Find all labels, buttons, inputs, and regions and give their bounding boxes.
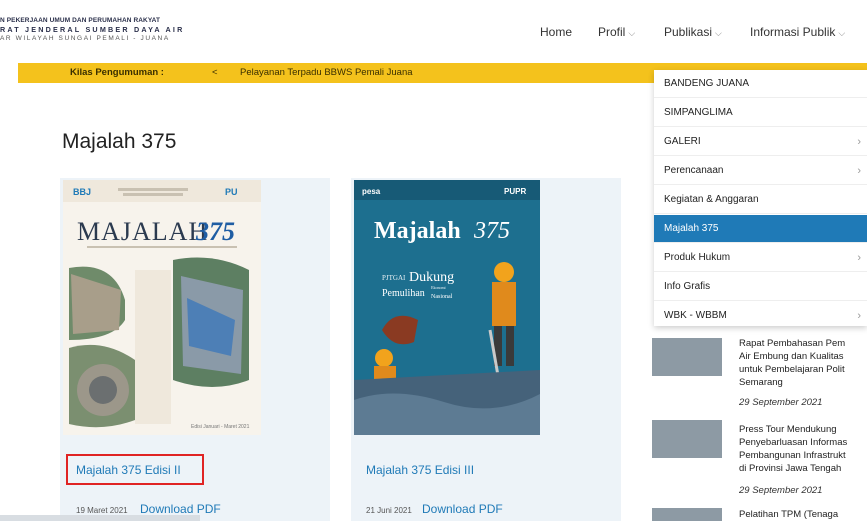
chevron-right-icon: › xyxy=(857,252,861,264)
news-title-line: Pembangunan Infrastrukt xyxy=(739,450,846,461)
nav-profil[interactable]: Profil ⌵ xyxy=(598,25,635,39)
org-name-line2: RAT JENDERAL SUMBER DAYA AIR xyxy=(0,25,185,34)
cover-brand-right: PU xyxy=(225,187,238,197)
news-title-line: Penyebarluasan Informas xyxy=(739,437,848,448)
download-pdf-link[interactable]: Download PDF xyxy=(140,502,221,516)
menu-item-wbk-wbbm[interactable]: WBK - WBBM › xyxy=(654,302,867,330)
news-thumbnail[interactable] xyxy=(652,508,722,521)
menu-item-label: Kegiatan & Anggaran xyxy=(664,194,759,205)
news-title-line: Press Tour Mendukung xyxy=(739,424,837,435)
menu-item-label: SIMPANGLIMA xyxy=(664,107,733,118)
nav-home[interactable]: Home xyxy=(540,25,572,39)
cover-headline-2: Pemulihan xyxy=(382,288,425,299)
chevron-right-icon: › xyxy=(857,136,861,148)
news-date: 29 September 2021 xyxy=(739,397,823,408)
cover-number: 375 xyxy=(473,218,510,244)
news-title-line: Semarang xyxy=(739,377,783,388)
nav-informasi-publik-label: Informasi Publik xyxy=(750,25,836,39)
cover-title: MAJALAH xyxy=(77,217,208,246)
menu-item-perencanaan[interactable]: Perencanaan › xyxy=(654,157,867,185)
menu-item-majalah-375[interactable]: Majalah 375 xyxy=(654,215,867,243)
cover-number: 375 xyxy=(195,217,235,246)
scroll-shadow xyxy=(0,515,200,521)
news-date: 29 September 2021 xyxy=(739,485,823,496)
menu-item-label: GALERI xyxy=(664,136,701,147)
news-title[interactable]: Rapat Pembahasan Pem Air Embung dan Kual… xyxy=(739,337,867,389)
chevron-right-icon: › xyxy=(857,165,861,177)
ticker-label: Kilas Pengumuman : xyxy=(70,67,164,78)
menu-item-simpanglima[interactable]: SIMPANGLIMA xyxy=(654,99,867,127)
cover-brand-left: pesa xyxy=(362,187,381,196)
news-thumbnail[interactable] xyxy=(652,338,722,376)
news-title-line: Air Embung dan Kualitas xyxy=(739,351,844,362)
cover-headline-big: Dukung xyxy=(409,270,454,285)
chevron-down-icon: ⌵ xyxy=(628,28,636,38)
news-thumbnail[interactable] xyxy=(652,420,722,458)
news-title-line: di Provinsi Jawa Tengah xyxy=(739,463,842,474)
menu-item-label: Produk Hukum xyxy=(664,252,731,263)
cover-title: Majalah xyxy=(374,218,461,244)
menu-item-label: Info Grafis xyxy=(664,281,711,292)
menu-item-label: Perencanaan xyxy=(664,165,724,176)
menu-item-info-grafis[interactable]: Info Grafis xyxy=(654,273,867,301)
org-name-line3: AR WILAYAH SUNGAI PEMALI - JUANA xyxy=(0,35,170,42)
magazine-date: 19 Maret 2021 xyxy=(76,506,128,515)
cover-brand-right: PUPR xyxy=(504,187,526,196)
nav-publikasi[interactable]: Publikasi ⌵ xyxy=(664,25,722,39)
highlight-box xyxy=(66,454,204,485)
org-logo-text[interactable]: N PEKERJAAN UMUM DAN PERUMAHAN RAKYAT RA… xyxy=(0,16,184,43)
cover-brand-left: BBJ xyxy=(73,187,91,197)
nav-home-label: Home xyxy=(540,25,573,39)
cover-headline-3: Nasional xyxy=(431,294,453,300)
menu-item-label: WBK - WBBM xyxy=(664,310,727,321)
magazine-title-link[interactable]: Majalah 375 Edisi III xyxy=(366,463,474,477)
cover-edition-text: Edisi Januari - Maret 2021 xyxy=(191,424,250,430)
nav-profil-label: Profil xyxy=(598,25,626,39)
chevron-down-icon: ⌵ xyxy=(838,28,846,38)
page-title: Majalah 375 xyxy=(62,130,177,153)
nav-informasi-publik[interactable]: Informasi Publik ⌵ xyxy=(750,25,845,39)
news-title[interactable]: Press Tour Mendukung Penyebarluasan Info… xyxy=(739,423,867,475)
ticker-prev-arrow-icon[interactable]: < xyxy=(212,67,218,78)
news-title-line: untuk Pembelajaran Polit xyxy=(739,364,845,375)
magazine-cover-image[interactable]: BBJ PU MAJALAH 375 Edisi Januari - Maret… xyxy=(63,180,261,435)
magazine-date: 21 Juni 2021 xyxy=(366,506,412,515)
chevron-right-icon: › xyxy=(857,310,861,322)
nav-publikasi-label: Publikasi xyxy=(664,25,713,39)
menu-item-galeri[interactable]: GALERI › xyxy=(654,128,867,156)
menu-item-kegiatan-anggaran[interactable]: Kegiatan & Anggaran xyxy=(654,186,867,214)
site-header: N PEKERJAAN UMUM DAN PERUMAHAN RAKYAT RA… xyxy=(0,0,867,62)
publikasi-dropdown-menu: BANDENG JUANA SIMPANGLIMA GALERI › Perenc… xyxy=(654,70,867,326)
cover-headline-small: PJTGAI xyxy=(382,274,406,282)
chevron-down-icon: ⌵ xyxy=(715,28,722,38)
news-title[interactable]: Pelatihan TPM (Tenaga xyxy=(739,508,867,521)
cover-headline-note: Ekonomi xyxy=(431,285,447,290)
menu-item-label: Majalah 375 xyxy=(664,223,719,234)
ticker-text[interactable]: Pelayanan Terpadu BBWS Pemali Juana xyxy=(240,67,413,78)
menu-item-label: BANDENG JUANA xyxy=(664,78,750,89)
menu-item-produk-hukum[interactable]: Produk Hukum › xyxy=(654,244,867,272)
download-pdf-link[interactable]: Download PDF xyxy=(422,502,503,516)
news-title-line: Rapat Pembahasan Pem xyxy=(739,338,846,349)
org-name-line1: N PEKERJAAN UMUM DAN PERUMAHAN RAKYAT xyxy=(0,17,161,24)
news-title-line: Pelatihan TPM (Tenaga xyxy=(739,509,839,520)
magazine-cover-image[interactable]: pesa PUPR Majalah 375 PJTGAI Dukung Pemu… xyxy=(354,180,540,435)
menu-item-bandeng-juana[interactable]: BANDENG JUANA xyxy=(654,70,867,98)
